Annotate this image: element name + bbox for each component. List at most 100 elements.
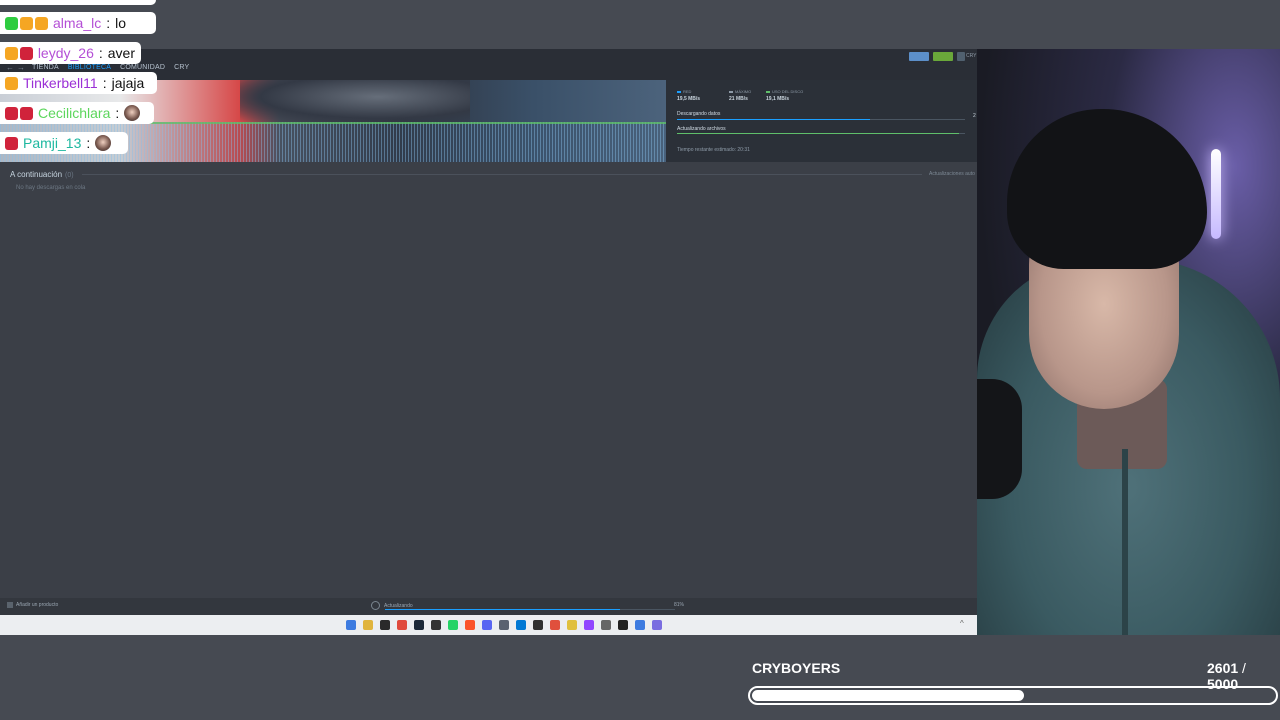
time-remaining: Tiempo restante estimado: 20:31 — [677, 147, 750, 153]
chat-badge-icon — [5, 136, 18, 150]
chat-username: Pamji_13 — [23, 135, 82, 151]
twitch-icon[interactable] — [584, 620, 594, 630]
user-tag[interactable]: CRY — [966, 53, 976, 59]
git-icon[interactable] — [550, 620, 560, 630]
goal-progress-fill — [752, 690, 1024, 701]
updating-label: Actualizando archivos — [677, 126, 726, 132]
updating-progress-fill — [677, 133, 960, 134]
nav-link-comunidad[interactable]: COMUNIDAD — [120, 64, 165, 71]
game-art-image — [240, 80, 470, 122]
background-light — [1211, 149, 1221, 239]
epic-icon[interactable] — [431, 620, 441, 630]
chat-badge-icon — [5, 106, 18, 120]
hoodie-zipper — [1122, 449, 1128, 635]
goal-title: CRYBOYERS — [752, 660, 841, 676]
nav-link-biblioteca[interactable]: BIBLIOTECA — [68, 64, 111, 71]
chat-separator: : — [115, 105, 120, 121]
chat-badge-icon — [5, 76, 18, 90]
peak-legend-dot — [729, 90, 733, 93]
brave-icon[interactable] — [465, 620, 475, 630]
footer-status-label: Actualizando — [384, 602, 413, 609]
add-product-label: Añadir un producto — [16, 602, 59, 608]
windows-start-icon[interactable] — [346, 620, 356, 630]
taskbar-icons — [346, 620, 662, 630]
footer-progress-percent: 81% — [674, 602, 685, 608]
chat-separator: : — [102, 75, 107, 91]
queue-divider — [82, 174, 922, 175]
app-icon[interactable] — [652, 620, 662, 630]
capcut-icon[interactable] — [618, 620, 628, 630]
tray-caret-icon[interactable]: ^ — [960, 619, 964, 628]
chat-message: alma_lc: lo — [0, 12, 156, 34]
steam-notifications-button[interactable] — [933, 52, 953, 61]
downloading-progress-track — [677, 119, 965, 120]
plus-icon — [7, 602, 13, 608]
chat-username: leydy_26 — [37, 45, 94, 61]
downloading-label: Descargando datos — [677, 111, 721, 117]
chat-username: alma_lc — [53, 15, 102, 31]
chat-emote-icon — [95, 135, 112, 151]
nav-link-cry[interactable]: CRY — [174, 64, 189, 71]
chat-username: Tinkerbell11 — [23, 75, 98, 91]
network-legend-dot — [677, 90, 681, 93]
nav-link-tienda[interactable]: TIENDA — [32, 64, 59, 71]
chat-text: lo — [115, 15, 127, 31]
network-stat-label: RED — [683, 89, 692, 94]
download-status-icon — [371, 601, 380, 610]
network-stat: RED 19,5 MB/s — [677, 89, 700, 102]
disk-stat-value: 19,1 MB/s — [766, 96, 790, 102]
footer-progress-fill — [385, 609, 620, 610]
forward-arrow-icon[interactable]: → — [17, 63, 25, 72]
windows-taskbar: ^ — [0, 615, 977, 635]
auto-updates-link[interactable]: Actualizaciones auto — [929, 171, 977, 177]
network-stat-value: 19,5 MB/s — [677, 96, 701, 102]
chat-badge-icon — [20, 16, 33, 30]
downloading-progress-fill — [677, 119, 870, 120]
goal-progress-track — [748, 686, 1278, 705]
chat-badge-icon — [5, 46, 18, 60]
obs-icon[interactable] — [533, 620, 543, 630]
chrome-icon[interactable] — [397, 620, 407, 630]
webcam-feed — [977, 49, 1280, 635]
goal-current: 2601 — [1207, 660, 1239, 676]
steam-avatar[interactable] — [957, 52, 965, 61]
settings-icon[interactable] — [601, 620, 611, 630]
microphone — [977, 379, 1022, 499]
calculator-icon[interactable] — [499, 620, 509, 630]
whatsapp-icon[interactable] — [448, 620, 458, 630]
chat-badge-icon — [19, 46, 33, 60]
back-arrow-icon[interactable]: ← — [6, 63, 14, 72]
browser-icon[interactable] — [635, 620, 645, 630]
download-stats-panel: RED 19,5 MB/s MÁXIMO 21 MB/s USO DEL DIS… — [666, 80, 977, 162]
queue-empty-message: No hay descargas en cola — [16, 185, 86, 191]
queue-title: A continuación — [10, 170, 63, 179]
chat-badge-icon — [20, 106, 33, 120]
peak-stat: MÁXIMO 21 MB/s — [729, 89, 751, 102]
add-product-button[interactable]: Añadir un producto — [7, 602, 58, 608]
folder-icon[interactable] — [567, 620, 577, 630]
queue-count: (0) — [65, 172, 74, 179]
nvidia-icon[interactable] — [380, 620, 390, 630]
peak-stat-label: MÁXIMO — [735, 89, 752, 94]
chat-message: Tinkerbell11: jajaja — [0, 72, 157, 94]
window-controls — [909, 52, 965, 61]
disk-legend-dot — [766, 90, 770, 93]
steam-icon[interactable] — [414, 620, 424, 630]
disk-stat-label: USO DEL DISCO — [772, 89, 804, 94]
chat-separator: : — [106, 15, 111, 31]
steam-footer: Añadir un producto Actualizando 81% — [0, 598, 977, 615]
goal-separator: / — [1238, 660, 1246, 676]
chat-separator: : — [98, 45, 103, 61]
chat-previous-message — [0, 0, 156, 5]
queue-heading: A continuación (0) — [10, 170, 74, 179]
steam-friends-button[interactable] — [909, 52, 929, 61]
hair — [1007, 109, 1207, 269]
chat-separator: : — [86, 135, 91, 151]
discord-icon[interactable] — [482, 620, 492, 630]
vscode-icon[interactable] — [516, 620, 526, 630]
download-side-value: 2 — [973, 113, 976, 119]
steam-downloads-window: ← → TIENDA BIBLIOTECA COMUNIDAD CRY CRY RED… — [0, 49, 977, 615]
chat-badge-icon — [35, 16, 48, 30]
chat-message: leydy_26: aver — [0, 42, 141, 64]
file-explorer-icon[interactable] — [363, 620, 373, 630]
